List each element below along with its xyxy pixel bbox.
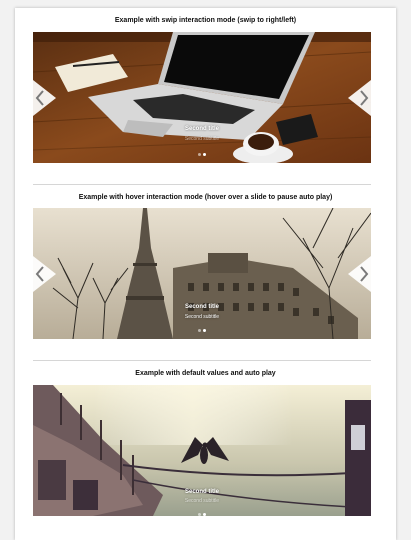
pagination-dot[interactable]: [198, 513, 201, 516]
slide-title: Second title: [184, 126, 219, 132]
slide-caption: Second title Second subtitle: [33, 208, 371, 339]
slide-pagination: [33, 150, 371, 156]
pagination-dot-active[interactable]: [203, 513, 206, 516]
slide-title: Second title: [184, 489, 219, 495]
demo-page: Example with swip interaction mode (swip…: [15, 8, 396, 540]
slider-hover[interactable]: Second title Second subtitle: [33, 208, 371, 339]
slider-autoplay[interactable]: Second title Second subtitle: [33, 385, 371, 516]
pagination-dot[interactable]: [198, 153, 201, 156]
slide-pagination: [33, 510, 371, 516]
section-title-autoplay: Example with default values and auto pla…: [135, 370, 276, 377]
section-title-swipe: Example with swip interaction mode (swip…: [114, 17, 297, 24]
slide-caption: Second title Second subtitle: [33, 32, 371, 163]
pagination-dot-active[interactable]: [203, 329, 206, 332]
slide-caption: Second title Second subtitle: [33, 385, 371, 516]
slide-title: Second title: [184, 304, 219, 310]
slide-pagination: [33, 326, 371, 332]
pagination-dot[interactable]: [198, 329, 201, 332]
slide-subtitle: Second subtitle: [184, 498, 220, 504]
slider-swipe[interactable]: Second title Second subtitle: [33, 32, 371, 163]
slide-subtitle: Second subtitle: [184, 136, 220, 142]
slide-subtitle: Second subtitle: [184, 314, 220, 320]
section-divider: [33, 360, 371, 361]
pagination-dot-active[interactable]: [203, 153, 206, 156]
section-divider: [33, 184, 371, 185]
section-title-hover: Example with hover interaction mode (hov…: [78, 194, 333, 201]
